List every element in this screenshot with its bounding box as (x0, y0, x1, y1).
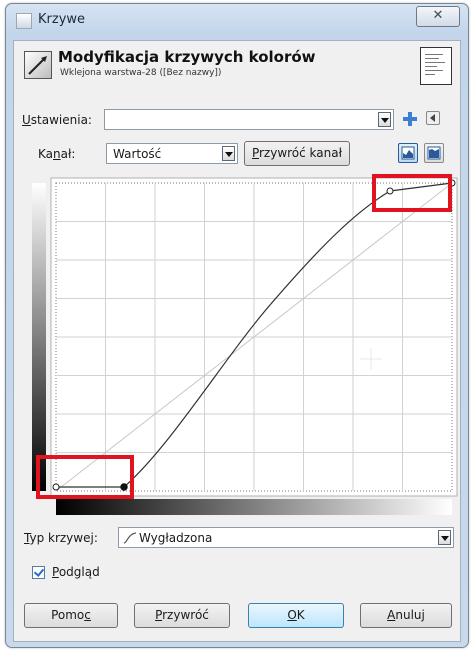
reset-button[interactable]: Przywróć (134, 603, 230, 628)
reset-channel-button[interactable]: Przywróć kanał (244, 141, 350, 166)
window-title: Krzywe (38, 12, 86, 27)
curve-type-value: Wygładzona (139, 531, 213, 545)
linear-histogram-icon[interactable] (398, 143, 418, 163)
chevron-down-icon[interactable] (378, 112, 391, 127)
preview-label: Podgląd (52, 565, 100, 579)
title-bar[interactable]: Krzywe ✕ (6, 4, 468, 34)
highlight-top-right (372, 174, 452, 212)
curve-editor[interactable] (50, 177, 458, 497)
layer-name: Wklejona warstwa-28 ([Bez nazwy]) (60, 68, 222, 78)
preset-menu-icon[interactable] (426, 111, 440, 125)
curves-tool-icon (24, 51, 52, 79)
help-button[interactable]: Pomoc (24, 603, 118, 628)
highlight-bottom-left (36, 455, 134, 499)
presets-label: Ustawienia: (22, 113, 92, 127)
dialog-heading: Modyfikacja krzywych kolorów (58, 48, 316, 66)
preview-checkbox[interactable] (32, 566, 45, 579)
app-icon (16, 13, 32, 29)
horizontal-gradient-bar (56, 499, 452, 515)
ok-button[interactable]: OK (248, 603, 344, 628)
curve-type-label: Typ krzywej: (24, 531, 98, 545)
add-preset-icon[interactable] (403, 112, 417, 126)
curves-dialog-window: Krzywe ✕ Modyfikacja krzywych kolorów Wk… (5, 3, 469, 648)
chevron-down-icon[interactable] (222, 146, 235, 161)
chevron-down-icon[interactable] (438, 530, 451, 545)
channel-value: Wartość (113, 147, 162, 161)
curve-type-combobox[interactable]: Wygładzona (118, 527, 454, 548)
dialog-body: Modyfikacja krzywych kolorów Wklejona wa… (13, 40, 461, 642)
close-button[interactable]: ✕ (416, 6, 460, 27)
layer-thumbnail (420, 47, 452, 85)
cancel-button[interactable]: Anuluj (360, 603, 452, 628)
channel-combobox[interactable]: Wartość (106, 143, 238, 164)
log-histogram-icon[interactable] (424, 143, 444, 163)
channel-label: Kanał: (38, 147, 76, 161)
vertical-gradient-bar (32, 183, 46, 491)
presets-combobox[interactable] (104, 109, 394, 130)
smooth-curve-icon (123, 531, 137, 545)
